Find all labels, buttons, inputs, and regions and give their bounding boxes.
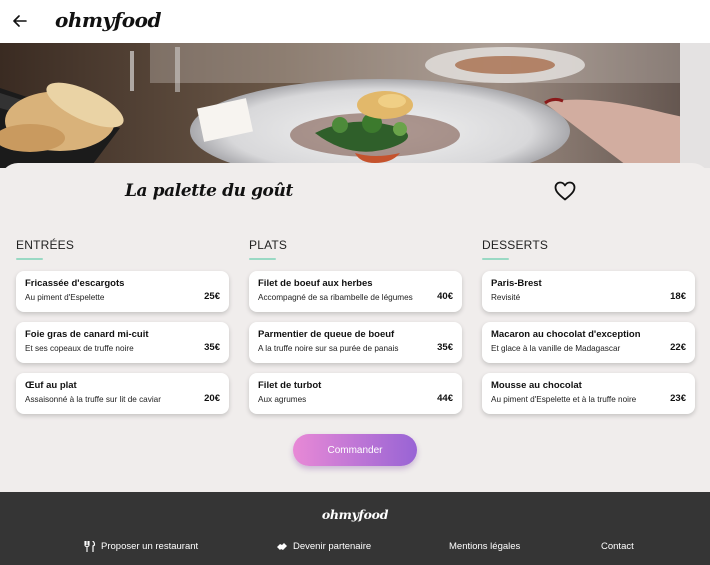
footer-link-propose-restaurant[interactable]: Proposer un restaurant [84, 540, 199, 552]
dish-card[interactable]: Paris-Brest Revisité 18€ [482, 271, 695, 312]
dish-description: Et glace à la vanille de Madagascar [491, 344, 621, 353]
section-title: PLATS [249, 238, 288, 252]
dish-description: Aux agrumes [258, 395, 307, 404]
logo[interactable]: ohmyfood [55, 8, 161, 32]
dish-name: Foie gras de canard mi-cuit [25, 329, 149, 340]
dish-price: 40€ [437, 291, 453, 302]
dish-name: Filet de boeuf aux herbes [258, 278, 373, 289]
dish-card[interactable]: Fricassée d'escargots Au piment d'Espele… [16, 271, 229, 312]
menu-section-desserts: DESSERTS [482, 238, 696, 260]
dish-price: 25€ [204, 291, 220, 302]
dish-name: Filet de turbot [258, 380, 322, 391]
footer-link-label: Devenir partenaire [293, 541, 372, 552]
section-title: DESSERTS [482, 238, 549, 252]
order-button[interactable]: Commander [293, 434, 417, 466]
dish-name: Œuf au plat [25, 380, 77, 391]
footer-link-label: Proposer un restaurant [101, 541, 199, 552]
dish-description: Au piment d'Espelette [25, 293, 105, 302]
dish-name: Mousse au chocolat [491, 380, 582, 391]
dish-description: Assaisonné à la truffe sur lit de caviar [25, 395, 161, 404]
utensils-icon [84, 540, 96, 552]
dish-price: 35€ [437, 342, 453, 353]
section-title: ENTRÉES [16, 238, 75, 252]
dish-price: 44€ [437, 393, 453, 404]
dish-card[interactable]: Mousse au chocolat Au piment d'Espelette… [482, 373, 695, 414]
section-underline [482, 258, 509, 260]
dish-price: 35€ [204, 342, 220, 353]
dish-card[interactable]: Parmentier de queue de boeuf A la truffe… [249, 322, 462, 363]
dish-description: Au piment d'Espelette et à la truffe noi… [491, 395, 637, 404]
footer-link-legal[interactable]: Mentions légales [449, 541, 520, 552]
footer-link-become-partner[interactable]: Devenir partenaire [276, 541, 371, 552]
dish-name: Paris-Brest [491, 278, 542, 289]
restaurant-name: La palette du goût [125, 181, 293, 201]
footer-logo[interactable]: ohmyfood [0, 507, 710, 522]
footer-link-label: Mentions légales [449, 541, 521, 552]
dish-name: Fricassée d'escargots [25, 278, 125, 289]
menu-section-plats: PLATS [249, 238, 463, 260]
dish-card[interactable]: Filet de turbot Aux agrumes 44€ [249, 373, 462, 414]
footer-link-contact[interactable]: Contact [601, 541, 634, 552]
menu-section-entrees: ENTRÉES [16, 238, 230, 260]
heart-outline-icon[interactable] [553, 180, 577, 202]
handshake-icon [276, 541, 288, 552]
footer: ohmyfood Proposer un restaurant Devenir … [0, 492, 710, 565]
dish-description: Revisité [491, 293, 521, 302]
section-underline [16, 258, 43, 260]
dish-price: 20€ [204, 393, 220, 404]
arrow-left-icon[interactable] [10, 10, 30, 32]
dish-price: 23€ [670, 393, 686, 404]
dish-description: Accompagné de sa ribambelle de légumes [258, 293, 413, 302]
hero-image [0, 43, 710, 168]
dish-card[interactable]: Filet de boeuf aux herbes Accompagné de … [249, 271, 462, 312]
dish-price: 22€ [670, 342, 686, 353]
dish-card[interactable]: Foie gras de canard mi-cuit Et ses copea… [16, 322, 229, 363]
section-underline [249, 258, 276, 260]
top-header: ohmyfood [0, 0, 710, 43]
footer-link-label: Contact [601, 541, 634, 552]
dish-card[interactable]: Œuf au plat Assaisonné à la truffe sur l… [16, 373, 229, 414]
dish-card[interactable]: Macaron au chocolat d'exception Et glace… [482, 322, 695, 363]
dish-price: 18€ [670, 291, 686, 302]
dish-description: Et ses copeaux de truffe noire [25, 344, 134, 353]
dish-name: Parmentier de queue de boeuf [258, 329, 395, 340]
dish-description: A la truffe noire sur sa purée de panais [258, 344, 399, 353]
dish-name: Macaron au chocolat d'exception [491, 329, 641, 340]
